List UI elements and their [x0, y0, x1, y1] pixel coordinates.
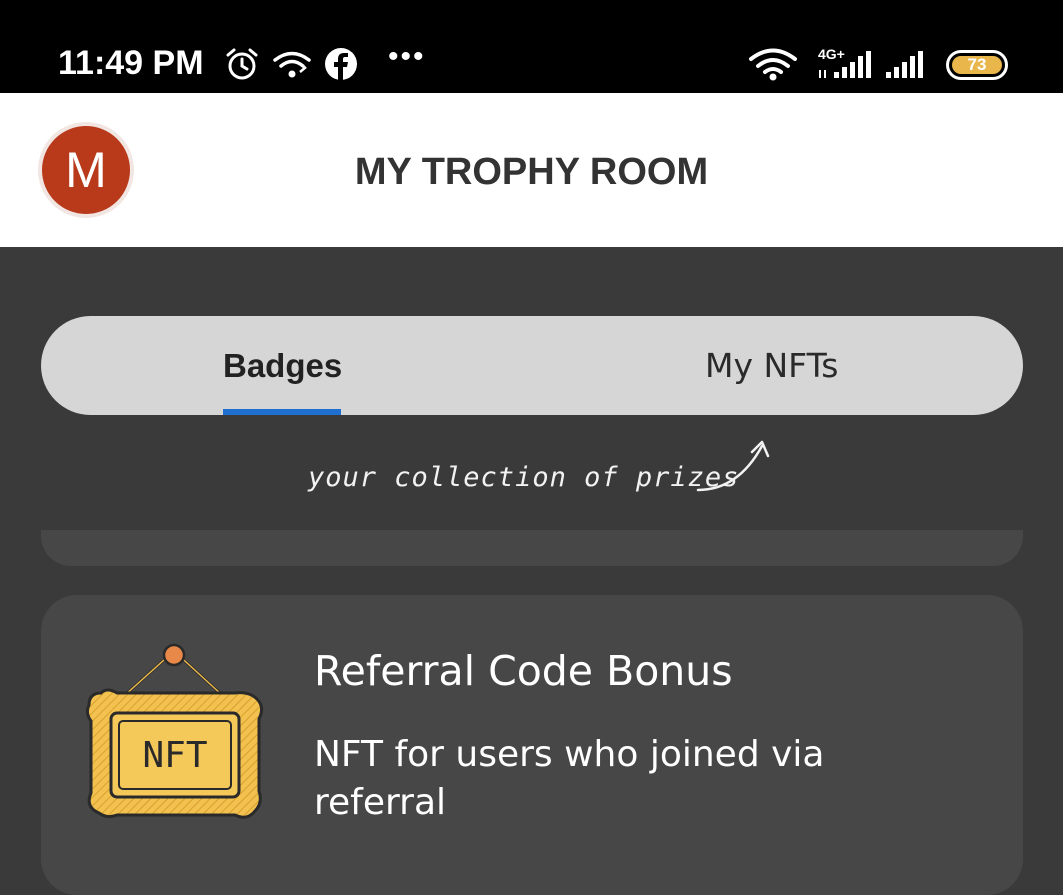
curved-arrow-icon — [696, 440, 770, 492]
badge-description: NFT for users who joined via referral — [314, 734, 825, 823]
nft-frame-text: NFT — [142, 735, 207, 776]
battery-icon: 73 — [946, 50, 1008, 80]
status-time: 11:49 PM — [58, 44, 204, 82]
badge-card-partial — [41, 530, 1023, 566]
tab-bar: Badges My NFTs — [41, 316, 1023, 415]
tab-my-nfts[interactable]: My NFTs — [705, 316, 838, 415]
app-header: M MY TROPHY ROOM — [0, 93, 1063, 247]
page-title: MY TROPHY ROOM — [354, 151, 709, 193]
signal-icon — [886, 51, 923, 78]
badge-card[interactable]: NFT Referral Code Bonus NFT for users wh… — [41, 595, 1023, 895]
signal-4g-icon — [819, 51, 871, 78]
tab-badges[interactable]: Badges — [223, 316, 342, 415]
active-tab-indicator — [223, 409, 341, 415]
badge-title: Referral Code Bonus — [314, 647, 733, 695]
status-bar: 11:49 PM ••• 4G+ 73 — [0, 0, 1063, 93]
alarm-icon — [226, 48, 258, 80]
facebook-icon — [325, 48, 357, 80]
battery-level: 73 — [967, 55, 987, 74]
wifi-link-icon — [273, 51, 311, 78]
hint-text: your collection of prizes — [308, 462, 740, 493]
more-dots-icon: ••• — [388, 40, 426, 73]
battery-fill: 73 — [952, 55, 1002, 74]
nft-frame-icon: NFT — [85, 643, 264, 819]
wifi-icon — [749, 48, 797, 81]
